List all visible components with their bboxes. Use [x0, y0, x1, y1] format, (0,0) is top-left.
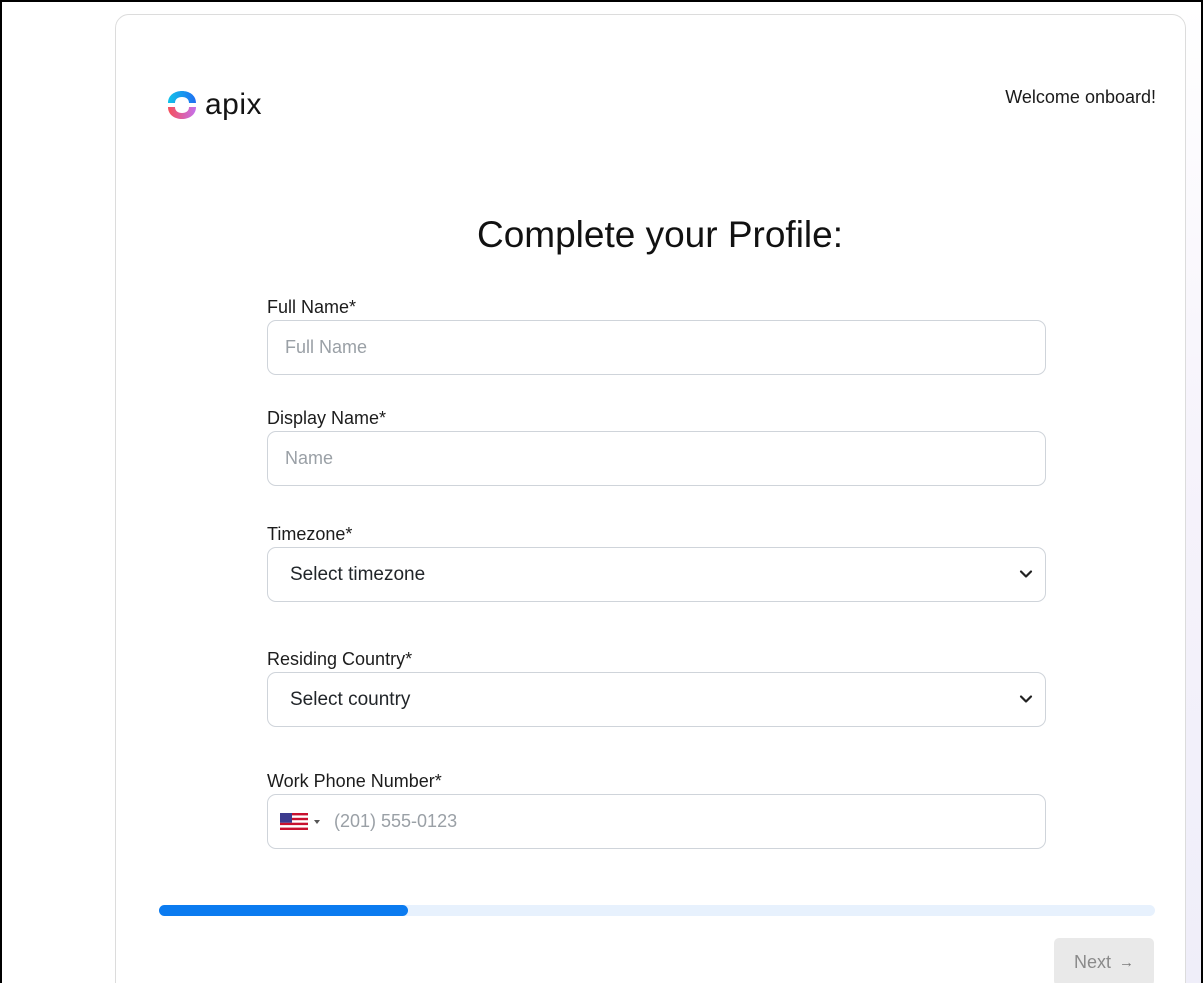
phone-label: Work Phone Number*	[267, 771, 442, 791]
display-name-label: Display Name*	[267, 408, 387, 428]
timezone-label: Timezone*	[267, 524, 353, 544]
timezone-selected-value: Select timezone	[290, 563, 426, 585]
brand-logo[interactable]: apix	[163, 88, 262, 122]
chevron-down-icon	[1019, 570, 1033, 578]
welcome-message: Welcome onboard!	[1005, 87, 1156, 107]
caret-down-icon	[314, 819, 320, 824]
country-code-dropdown[interactable]	[280, 813, 320, 830]
country-select[interactable]: Select country	[267, 672, 1046, 727]
us-flag-icon	[280, 813, 308, 830]
full-name-input-wrapper	[267, 320, 1046, 375]
country-label: Residing Country*	[267, 649, 413, 669]
arrow-right-icon: →	[1119, 953, 1134, 971]
display-name-field: Display Name*	[267, 405, 1046, 486]
phone-field: Work Phone Number*	[267, 768, 1046, 849]
country-field: Residing Country* Select country	[267, 646, 1046, 727]
country-selected-value: Select country	[290, 688, 411, 710]
next-button-label: Next	[1073, 951, 1111, 972]
full-name-field: Full Name*	[267, 294, 1046, 375]
phone-input-wrapper	[267, 794, 1046, 849]
page-title: Complete your Profile:	[476, 214, 844, 255]
apix-logo-icon	[168, 91, 196, 119]
full-name-input[interactable]	[285, 337, 1007, 358]
progress-bar	[159, 905, 1155, 916]
brand-name: apix	[205, 88, 263, 121]
phone-input[interactable]	[334, 811, 1045, 832]
background-strip	[1186, 2, 1201, 983]
display-name-input-wrapper	[267, 431, 1046, 486]
next-button[interactable]: Next →	[1054, 938, 1154, 983]
progress-bar-fill	[159, 905, 408, 916]
full-name-label: Full Name*	[267, 297, 357, 317]
timezone-field: Timezone* Select timezone	[267, 521, 1046, 602]
display-name-input[interactable]	[285, 448, 1007, 469]
timezone-select[interactable]: Select timezone	[267, 547, 1046, 602]
chevron-down-icon	[1019, 695, 1033, 703]
